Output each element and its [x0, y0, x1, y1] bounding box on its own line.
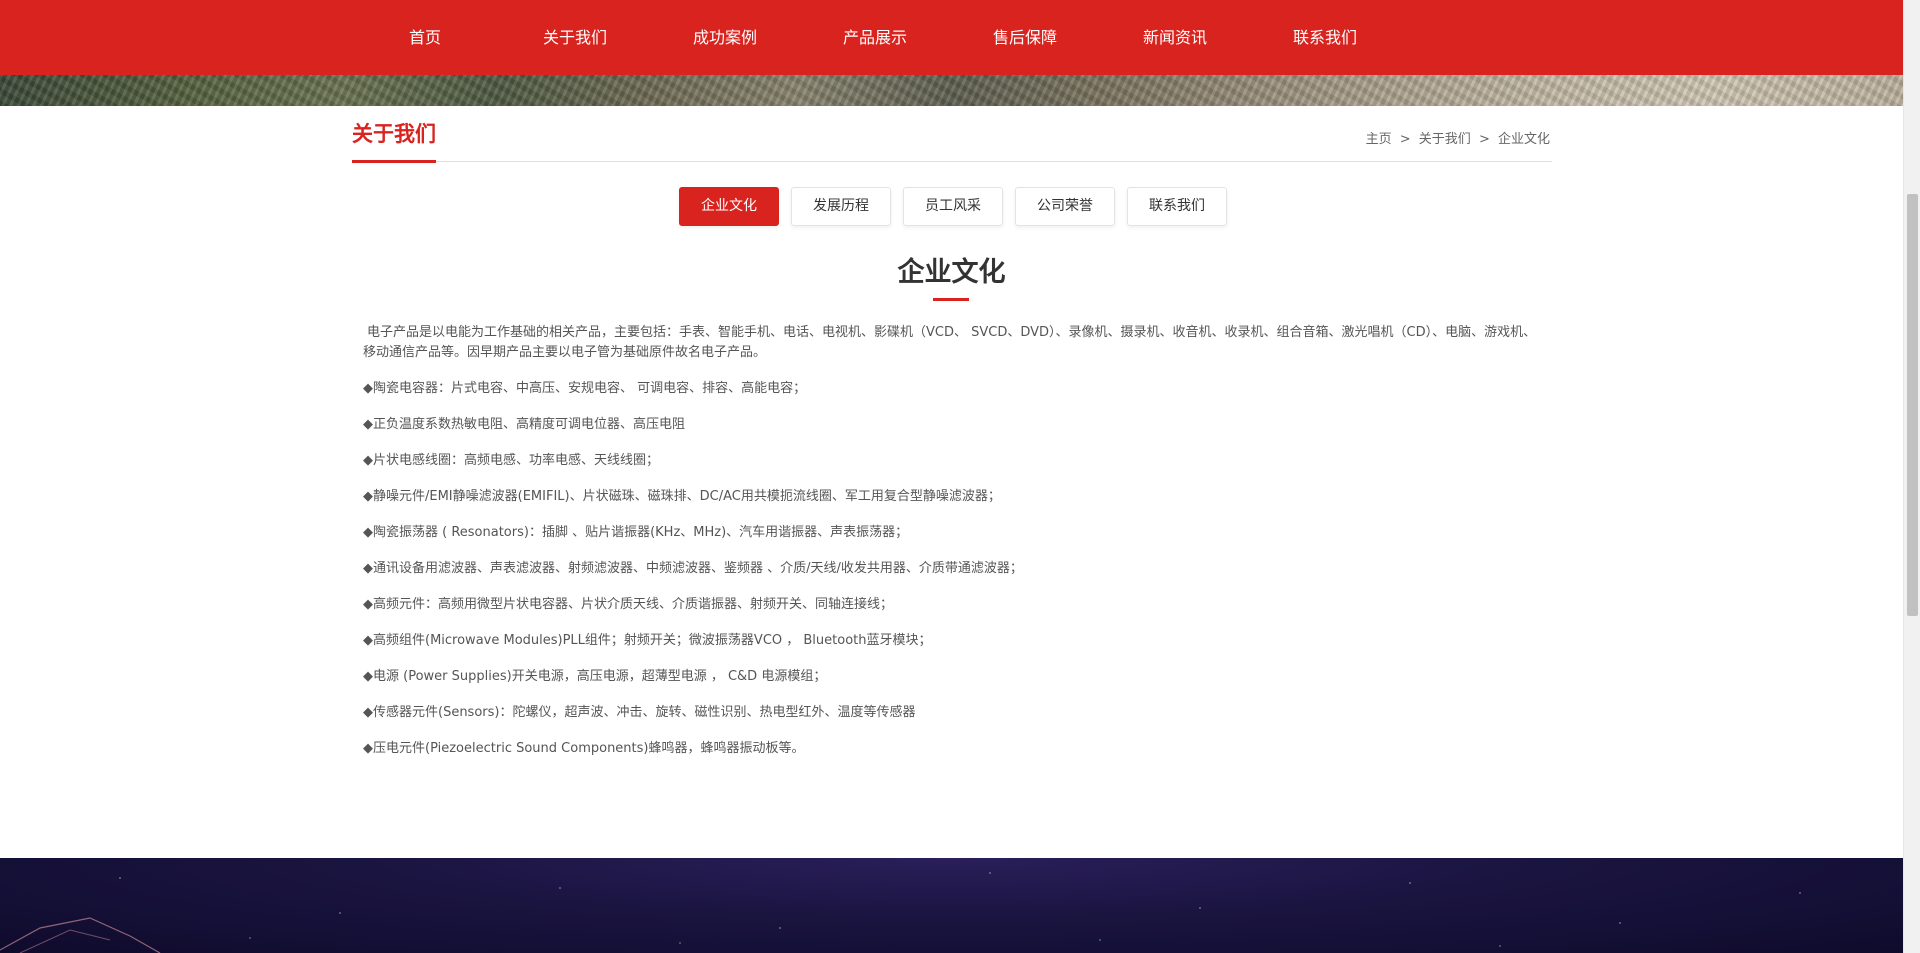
section-title: 关于我们: [352, 118, 436, 163]
list-item: ◆陶瓷振荡器 ( Resonators)：插脚 、贴片谐振器(KHz、MHz)、…: [363, 525, 909, 540]
section-header: 关于我们 主页 > 关于我们 > 企业文化: [352, 106, 1552, 163]
nav-item-home[interactable]: 首页: [350, 0, 500, 75]
footer-decoration: [0, 917, 161, 953]
sub-tabs: 企业文化 发展历程 员工风采 公司荣誉 联系我们: [679, 187, 1227, 226]
banner-image: [0, 75, 1903, 106]
list-item: ◆电源 (Power Supplies)开关电源，高压电源，超薄型电源 ， C&…: [363, 669, 827, 684]
content-body: 电子产品是以电能为工作基础的相关产品，主要包括：手表、智能手机、电话、电视机、影…: [363, 323, 1543, 775]
page-scrollbar[interactable]: [1903, 0, 1920, 953]
list-item: ◆陶瓷电容器：片式电容、中高压、安规电容、 可调电容、排容、高能电容；: [363, 381, 807, 396]
breadcrumb: 主页 > 关于我们 > 企业文化: [1364, 128, 1552, 147]
breadcrumb-separator: >: [1478, 132, 1490, 147]
list-item: ◆传感器元件(Sensors)：陀螺仪，超声波、冲击、旋转、磁性识别、热电型红外…: [363, 705, 916, 720]
list-item: ◆高频元件：高频用微型片状电容器、片状介质天线、介质谐振器、射频开关、同轴连接线…: [363, 597, 893, 612]
nav-item-news[interactable]: 新闻资讯: [1100, 0, 1250, 75]
tab-honors[interactable]: 公司荣誉: [1015, 187, 1115, 226]
breadcrumb-separator: >: [1399, 132, 1411, 147]
footer: [0, 858, 1903, 953]
scrollbar-thumb[interactable]: [1907, 194, 1918, 616]
nav-item-about[interactable]: 关于我们: [500, 0, 650, 75]
list-item: ◆高频组件(Microwave Modules)PLL组件；射频开关；微波振荡器…: [363, 633, 932, 648]
title-underline: [933, 298, 969, 301]
list-item: ◆通讯设备用滤波器、声表滤波器、射频滤波器、中频滤波器、鉴频器 、介质/天线/收…: [363, 561, 1023, 576]
tab-contact[interactable]: 联系我们: [1127, 187, 1227, 226]
nav-menu: 首页 关于我们 成功案例 产品展示 售后保障 新闻资讯 联系我们: [350, 0, 1400, 75]
tab-history[interactable]: 发展历程: [791, 187, 891, 226]
nav-item-after-sales[interactable]: 售后保障: [950, 0, 1100, 75]
breadcrumb-current[interactable]: 企业文化: [1498, 132, 1550, 147]
nav-item-cases[interactable]: 成功案例: [650, 0, 800, 75]
list-item: ◆压电元件(Piezoelectric Sound Components)蜂鸣器…: [363, 741, 805, 756]
content-title: 企业文化: [897, 257, 1006, 288]
list-item: ◆静噪元件/EMI静噪滤波器(EMIFIL)、片状磁珠、磁珠排、DC/AC用共模…: [363, 489, 1001, 504]
nav-item-contact[interactable]: 联系我们: [1250, 0, 1400, 75]
tab-culture[interactable]: 企业文化: [679, 187, 779, 226]
content-intro: 电子产品是以电能为工作基础的相关产品，主要包括：手表、智能手机、电话、电视机、影…: [363, 325, 1537, 360]
nav-item-products[interactable]: 产品展示: [800, 0, 950, 75]
breadcrumb-parent[interactable]: 关于我们: [1419, 132, 1471, 147]
top-navigation: 首页 关于我们 成功案例 产品展示 售后保障 新闻资讯 联系我们: [0, 0, 1903, 75]
breadcrumb-home[interactable]: 主页: [1366, 132, 1392, 147]
list-item: ◆片状电感线圈：高频电感、功率电感、天线线圈；: [363, 453, 659, 468]
list-item: ◆正负温度系数热敏电阻、高精度可调电位器、高压电阻: [363, 417, 685, 432]
tab-staff[interactable]: 员工风采: [903, 187, 1003, 226]
banner-texture: [0, 75, 1903, 106]
